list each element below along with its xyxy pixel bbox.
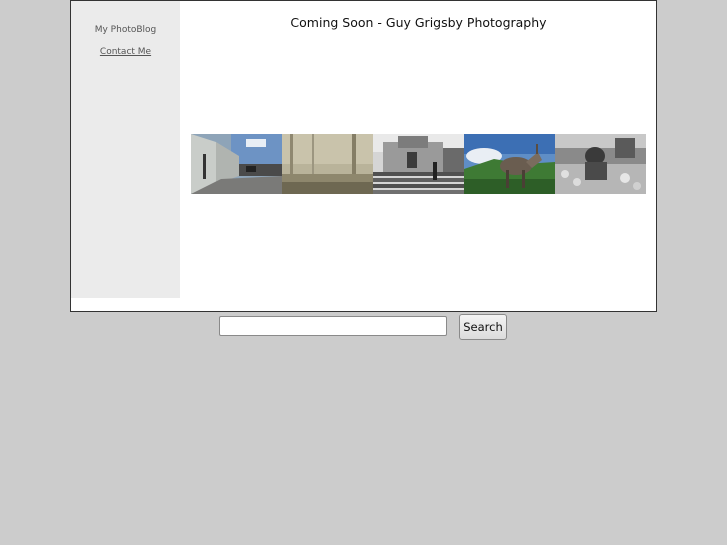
market-vendor-photo xyxy=(555,134,646,194)
page-frame: My PhotoBlog Contact Me Coming Soon - Gu… xyxy=(70,0,657,312)
search-button[interactable]: Search xyxy=(459,314,507,340)
page-title: Coming Soon - Guy Grigsby Photography xyxy=(290,15,547,30)
street-wall-photo xyxy=(191,134,282,194)
sidebar-item-contact[interactable]: Contact Me xyxy=(71,47,180,57)
sidebar-item-photoblog[interactable]: My PhotoBlog xyxy=(71,25,180,35)
misty-landscape-photo xyxy=(282,134,373,194)
photo-strip xyxy=(191,134,646,194)
search-input[interactable] xyxy=(219,316,447,336)
church-steps-photo xyxy=(373,134,464,194)
sidebar: My PhotoBlog Contact Me xyxy=(71,1,180,298)
donkey-photo xyxy=(464,134,555,194)
